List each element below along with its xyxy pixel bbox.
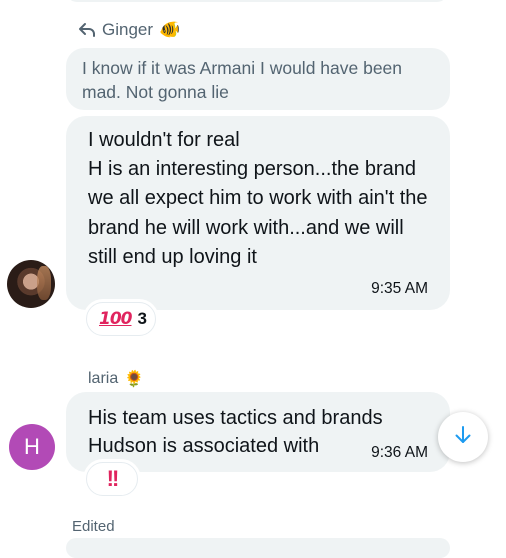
double-exclamation-icon: !! xyxy=(106,466,120,491)
sender-row: laria 🌻 xyxy=(88,368,144,390)
avatar[interactable]: H xyxy=(9,424,55,470)
arrow-down-icon xyxy=(452,424,474,451)
reply-arrow-icon xyxy=(78,22,96,38)
hundred-points-icon: 100 xyxy=(99,309,132,329)
sender-name: laria xyxy=(88,370,119,387)
message-timestamp: 9:36 AM xyxy=(371,444,428,461)
edited-label: Edited xyxy=(72,518,115,535)
message-text: I wouldn't for real H is an interesting … xyxy=(88,129,428,268)
next-message-bubble[interactable] xyxy=(66,538,450,558)
scroll-to-bottom-button[interactable] xyxy=(438,412,488,462)
reaction-hundred[interactable]: 100 3 xyxy=(86,302,156,336)
previous-message-bubble[interactable] xyxy=(66,0,448,2)
fish-emoji: 🐠 xyxy=(159,20,181,39)
avatar-photo-detail xyxy=(37,266,51,300)
quoted-message[interactable]: I know if it was Armani I would have bee… xyxy=(66,48,450,110)
avatar[interactable] xyxy=(7,260,55,308)
reply-to-name: Ginger xyxy=(102,20,154,39)
reaction-count: 3 xyxy=(137,309,147,328)
message-bubble[interactable]: His team uses tactics and brands Hudson … xyxy=(66,392,450,472)
message-timestamp: 9:35 AM xyxy=(371,280,428,297)
message-bubble[interactable]: I wouldn't for real H is an interesting … xyxy=(66,116,450,310)
sunflower-emoji: 🌻 xyxy=(124,371,145,388)
reaction-double-exclamation[interactable]: !! xyxy=(86,462,138,496)
reply-header: Ginger 🐠 xyxy=(78,18,180,42)
